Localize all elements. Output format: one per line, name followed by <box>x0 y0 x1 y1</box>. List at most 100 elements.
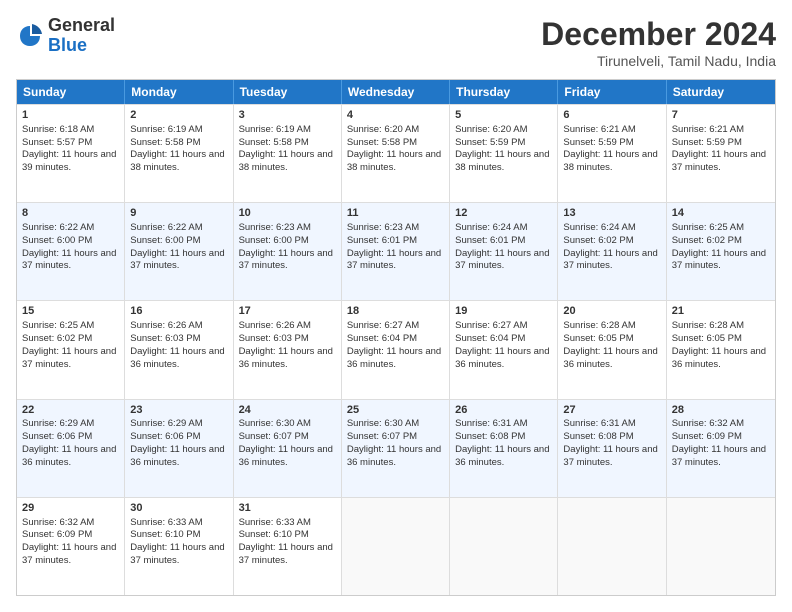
sunrise-text: Sunrise: 6:23 AM <box>347 222 419 233</box>
logo-blue: Blue <box>48 36 115 56</box>
daylight-text: Daylight: 11 hours and 37 minutes. <box>22 542 116 566</box>
daylight-text: Daylight: 11 hours and 37 minutes. <box>672 149 766 173</box>
day-number: 6 <box>563 108 660 123</box>
sunset-text: Sunset: 6:07 PM <box>239 431 309 442</box>
day-number: 18 <box>347 304 444 319</box>
cal-cell-8: 8Sunrise: 6:22 AMSunset: 6:00 PMDaylight… <box>17 203 125 300</box>
daylight-text: Daylight: 11 hours and 36 minutes. <box>455 346 549 370</box>
daylight-text: Daylight: 11 hours and 37 minutes. <box>563 444 657 468</box>
day-number: 15 <box>22 304 119 319</box>
logo-icon <box>16 22 44 50</box>
day-number: 27 <box>563 403 660 418</box>
sunset-text: Sunset: 5:58 PM <box>130 137 200 148</box>
sunset-text: Sunset: 5:59 PM <box>563 137 633 148</box>
day-number: 3 <box>239 108 336 123</box>
cal-cell-4: 4Sunrise: 6:20 AMSunset: 5:58 PMDaylight… <box>342 105 450 202</box>
sunset-text: Sunset: 6:07 PM <box>347 431 417 442</box>
daylight-text: Daylight: 11 hours and 36 minutes. <box>130 444 224 468</box>
sunrise-text: Sunrise: 6:22 AM <box>130 222 202 233</box>
cal-cell-15: 15Sunrise: 6:25 AMSunset: 6:02 PMDayligh… <box>17 301 125 398</box>
sunrise-text: Sunrise: 6:20 AM <box>455 124 527 135</box>
sunset-text: Sunset: 6:03 PM <box>239 333 309 344</box>
cal-cell-17: 17Sunrise: 6:26 AMSunset: 6:03 PMDayligh… <box>234 301 342 398</box>
day-number: 11 <box>347 206 444 221</box>
header-cell-thursday: Thursday <box>450 80 558 104</box>
sunset-text: Sunset: 5:59 PM <box>672 137 742 148</box>
calendar-row-0: 1Sunrise: 6:18 AMSunset: 5:57 PMDaylight… <box>17 104 775 202</box>
sunrise-text: Sunrise: 6:24 AM <box>455 222 527 233</box>
daylight-text: Daylight: 11 hours and 38 minutes. <box>347 149 441 173</box>
sunset-text: Sunset: 6:03 PM <box>130 333 200 344</box>
sunrise-text: Sunrise: 6:24 AM <box>563 222 635 233</box>
cal-cell-1: 1Sunrise: 6:18 AMSunset: 5:57 PMDaylight… <box>17 105 125 202</box>
sunset-text: Sunset: 6:05 PM <box>672 333 742 344</box>
cal-cell-7: 7Sunrise: 6:21 AMSunset: 5:59 PMDaylight… <box>667 105 775 202</box>
cal-cell-21: 21Sunrise: 6:28 AMSunset: 6:05 PMDayligh… <box>667 301 775 398</box>
sunset-text: Sunset: 5:58 PM <box>239 137 309 148</box>
sunset-text: Sunset: 6:04 PM <box>347 333 417 344</box>
header-cell-saturday: Saturday <box>667 80 775 104</box>
day-number: 19 <box>455 304 552 319</box>
sunrise-text: Sunrise: 6:28 AM <box>563 320 635 331</box>
daylight-text: Daylight: 11 hours and 37 minutes. <box>455 248 549 272</box>
header-cell-sunday: Sunday <box>17 80 125 104</box>
sunset-text: Sunset: 6:01 PM <box>347 235 417 246</box>
sunset-text: Sunset: 6:09 PM <box>672 431 742 442</box>
cal-cell-10: 10Sunrise: 6:23 AMSunset: 6:00 PMDayligh… <box>234 203 342 300</box>
cal-cell-25: 25Sunrise: 6:30 AMSunset: 6:07 PMDayligh… <box>342 400 450 497</box>
header-cell-friday: Friday <box>558 80 666 104</box>
sunrise-text: Sunrise: 6:23 AM <box>239 222 311 233</box>
daylight-text: Daylight: 11 hours and 37 minutes. <box>22 248 116 272</box>
daylight-text: Daylight: 11 hours and 37 minutes. <box>22 346 116 370</box>
logo-general: General <box>48 16 115 36</box>
calendar-body: 1Sunrise: 6:18 AMSunset: 5:57 PMDaylight… <box>17 104 775 595</box>
daylight-text: Daylight: 11 hours and 38 minutes. <box>563 149 657 173</box>
day-number: 17 <box>239 304 336 319</box>
daylight-text: Daylight: 11 hours and 36 minutes. <box>347 444 441 468</box>
day-number: 31 <box>239 501 336 516</box>
day-number: 24 <box>239 403 336 418</box>
sunrise-text: Sunrise: 6:27 AM <box>455 320 527 331</box>
sunrise-text: Sunrise: 6:31 AM <box>563 418 635 429</box>
sunset-text: Sunset: 6:08 PM <box>455 431 525 442</box>
cal-cell-empty <box>450 498 558 595</box>
day-number: 22 <box>22 403 119 418</box>
sunset-text: Sunset: 5:58 PM <box>347 137 417 148</box>
daylight-text: Daylight: 11 hours and 37 minutes. <box>239 542 333 566</box>
sunrise-text: Sunrise: 6:19 AM <box>130 124 202 135</box>
sunset-text: Sunset: 6:00 PM <box>130 235 200 246</box>
daylight-text: Daylight: 11 hours and 36 minutes. <box>130 346 224 370</box>
day-number: 12 <box>455 206 552 221</box>
cal-cell-19: 19Sunrise: 6:27 AMSunset: 6:04 PMDayligh… <box>450 301 558 398</box>
sunset-text: Sunset: 5:57 PM <box>22 137 92 148</box>
sunrise-text: Sunrise: 6:19 AM <box>239 124 311 135</box>
logo: General Blue <box>16 16 115 56</box>
daylight-text: Daylight: 11 hours and 39 minutes. <box>22 149 116 173</box>
sunrise-text: Sunrise: 6:20 AM <box>347 124 419 135</box>
cal-cell-14: 14Sunrise: 6:25 AMSunset: 6:02 PMDayligh… <box>667 203 775 300</box>
cal-cell-29: 29Sunrise: 6:32 AMSunset: 6:09 PMDayligh… <box>17 498 125 595</box>
day-number: 8 <box>22 206 119 221</box>
day-number: 1 <box>22 108 119 123</box>
title-block: December 2024 Tirunelveli, Tamil Nadu, I… <box>541 16 776 69</box>
cal-cell-20: 20Sunrise: 6:28 AMSunset: 6:05 PMDayligh… <box>558 301 666 398</box>
daylight-text: Daylight: 11 hours and 36 minutes. <box>563 346 657 370</box>
header-cell-monday: Monday <box>125 80 233 104</box>
daylight-text: Daylight: 11 hours and 38 minutes. <box>455 149 549 173</box>
header-cell-wednesday: Wednesday <box>342 80 450 104</box>
cal-cell-30: 30Sunrise: 6:33 AMSunset: 6:10 PMDayligh… <box>125 498 233 595</box>
sunrise-text: Sunrise: 6:26 AM <box>239 320 311 331</box>
sunrise-text: Sunrise: 6:32 AM <box>672 418 744 429</box>
daylight-text: Daylight: 11 hours and 36 minutes. <box>239 444 333 468</box>
daylight-text: Daylight: 11 hours and 37 minutes. <box>239 248 333 272</box>
cal-cell-9: 9Sunrise: 6:22 AMSunset: 6:00 PMDaylight… <box>125 203 233 300</box>
calendar-row-2: 15Sunrise: 6:25 AMSunset: 6:02 PMDayligh… <box>17 300 775 398</box>
sunrise-text: Sunrise: 6:25 AM <box>22 320 94 331</box>
sunrise-text: Sunrise: 6:28 AM <box>672 320 744 331</box>
sunset-text: Sunset: 6:08 PM <box>563 431 633 442</box>
cal-cell-3: 3Sunrise: 6:19 AMSunset: 5:58 PMDaylight… <box>234 105 342 202</box>
day-number: 25 <box>347 403 444 418</box>
day-number: 9 <box>130 206 227 221</box>
sunset-text: Sunset: 6:02 PM <box>563 235 633 246</box>
day-number: 21 <box>672 304 770 319</box>
